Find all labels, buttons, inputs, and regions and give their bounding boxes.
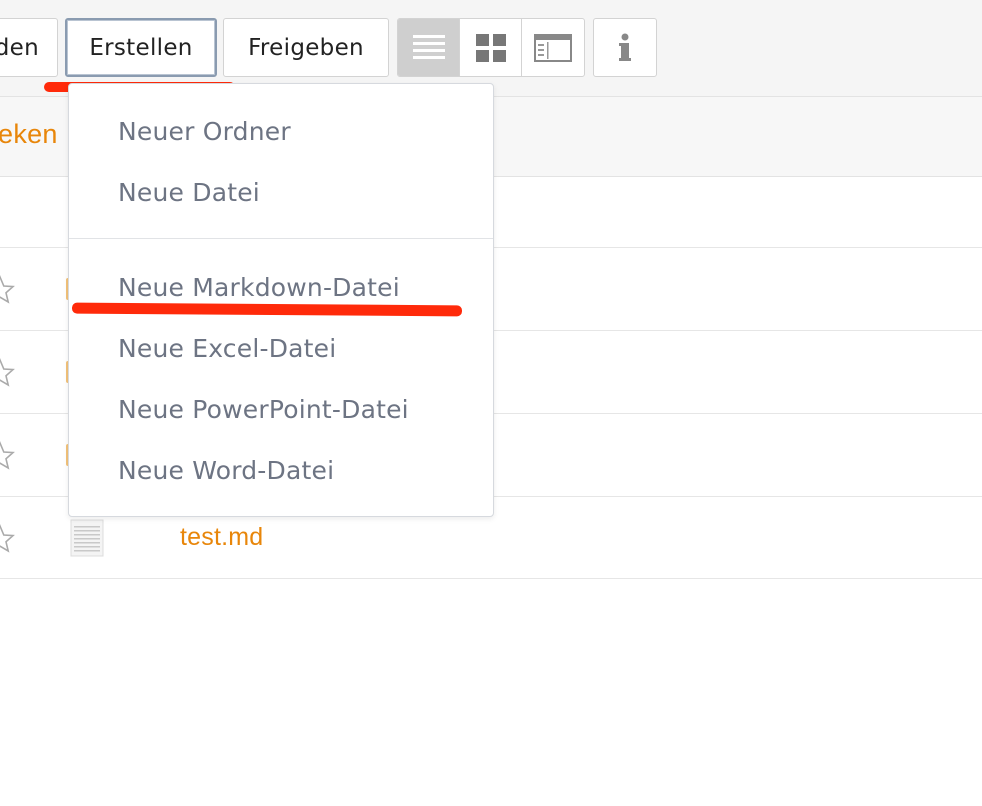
- menu-item-new-powerpoint-file[interactable]: Neue PowerPoint-Datei: [118, 395, 409, 424]
- info-button[interactable]: [593, 18, 657, 77]
- list-view-button[interactable]: [398, 19, 460, 76]
- create-button-label: Erstellen: [89, 34, 193, 61]
- preview-view-icon: [534, 33, 572, 62]
- preview-view-button[interactable]: [522, 19, 584, 76]
- menu-item-new-markdown-file[interactable]: Neue Markdown-Datei: [118, 273, 400, 302]
- star-icon[interactable]: [0, 357, 16, 389]
- share-button[interactable]: Freigeben: [223, 18, 389, 77]
- menu-item-new-word-file[interactable]: Neue Word-Datei: [118, 456, 334, 485]
- column-header-label: eken: [0, 119, 58, 149]
- grid-view-button[interactable]: [460, 19, 522, 76]
- share-button-label: Freigeben: [248, 34, 364, 61]
- view-toggle-group: [397, 18, 585, 77]
- star-icon[interactable]: [0, 274, 16, 306]
- truncated-button-label: den: [0, 34, 39, 61]
- create-button[interactable]: Erstellen: [65, 18, 217, 77]
- star-icon[interactable]: [0, 440, 16, 472]
- grid-view-icon: [475, 33, 506, 62]
- star-icon[interactable]: [0, 523, 16, 555]
- truncated-button[interactable]: den: [0, 18, 58, 77]
- list-view-icon: [412, 34, 445, 59]
- file-name-link[interactable]: test.md: [180, 523, 263, 552]
- menu-item-new-excel-file[interactable]: Neue Excel-Datei: [118, 334, 336, 363]
- create-dropdown-menu: Neuer Ordner Neue Datei Neue Markdown-Da…: [68, 83, 494, 517]
- menu-item-new-file[interactable]: Neue Datei: [118, 178, 260, 207]
- menu-item-new-folder[interactable]: Neuer Ordner: [118, 117, 291, 146]
- menu-divider: [69, 238, 493, 239]
- document-icon: [70, 519, 104, 557]
- info-icon: [619, 33, 631, 61]
